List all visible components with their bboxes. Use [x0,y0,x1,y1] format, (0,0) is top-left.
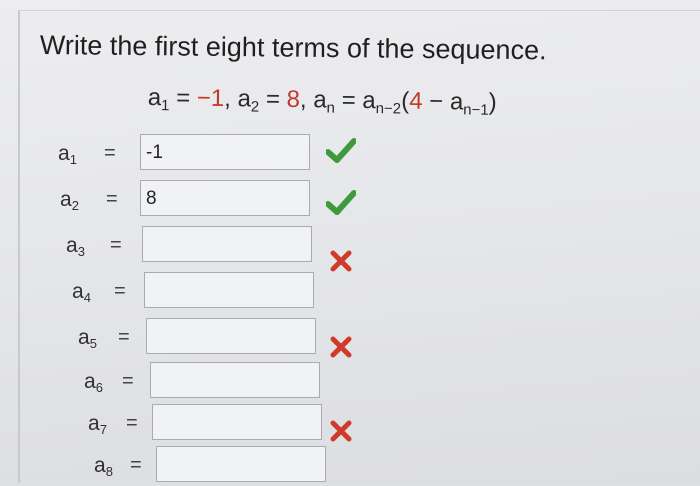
term-input-3[interactable] [142,226,312,262]
check-icon [325,190,357,221]
formula-a2-value: 8 [286,85,301,114]
equals-sign: = [114,280,126,302]
term-input-6[interactable] [150,362,320,398]
term-input-5[interactable] [146,318,316,354]
term-label: a1 [58,142,77,167]
sequence-formula: a1 = −1, a2 = 8, an = an−2(4 − an−1) [147,84,497,119]
equals-sign: = [104,142,116,164]
equals-sign: = [130,454,142,476]
equals-sign: = [118,326,130,348]
term-label: a4 [72,280,91,305]
term-label: a5 [78,326,97,351]
check-icon [325,138,357,169]
equals-sign: = [126,412,138,434]
panel-top-border [18,10,700,11]
question-text: Write the first eight terms of the seque… [39,30,547,66]
term-input-8[interactable] [156,446,326,482]
term-label: a2 [60,188,79,213]
term-input-1[interactable]: -1 [140,134,310,170]
term-label: a6 [84,370,103,395]
term-input-2[interactable]: 8 [140,180,310,216]
term-label: a8 [94,454,113,479]
cross-icon [330,420,352,447]
formula-rhs: an−2(4 − an−1) [362,86,497,119]
term-input-7[interactable] [152,404,322,440]
cross-icon [330,336,352,363]
term-row: a8 = [0,446,700,486]
term-row: a4 = [0,272,700,312]
formula-a1: a1 [147,84,170,115]
term-label: a7 [88,412,107,437]
screen: Write the first eight terms of the seque… [0,0,700,483]
term-row: a6 = [0,362,700,402]
term-input-4[interactable] [144,272,314,308]
formula-an: an [313,86,336,117]
equals-sign: = [110,234,122,256]
formula-a2: a2 [237,85,260,116]
term-label: a3 [66,234,85,259]
equals-sign: = [106,188,118,210]
formula-a1-value: −1 [196,84,225,113]
equals-sign: = [122,370,134,392]
